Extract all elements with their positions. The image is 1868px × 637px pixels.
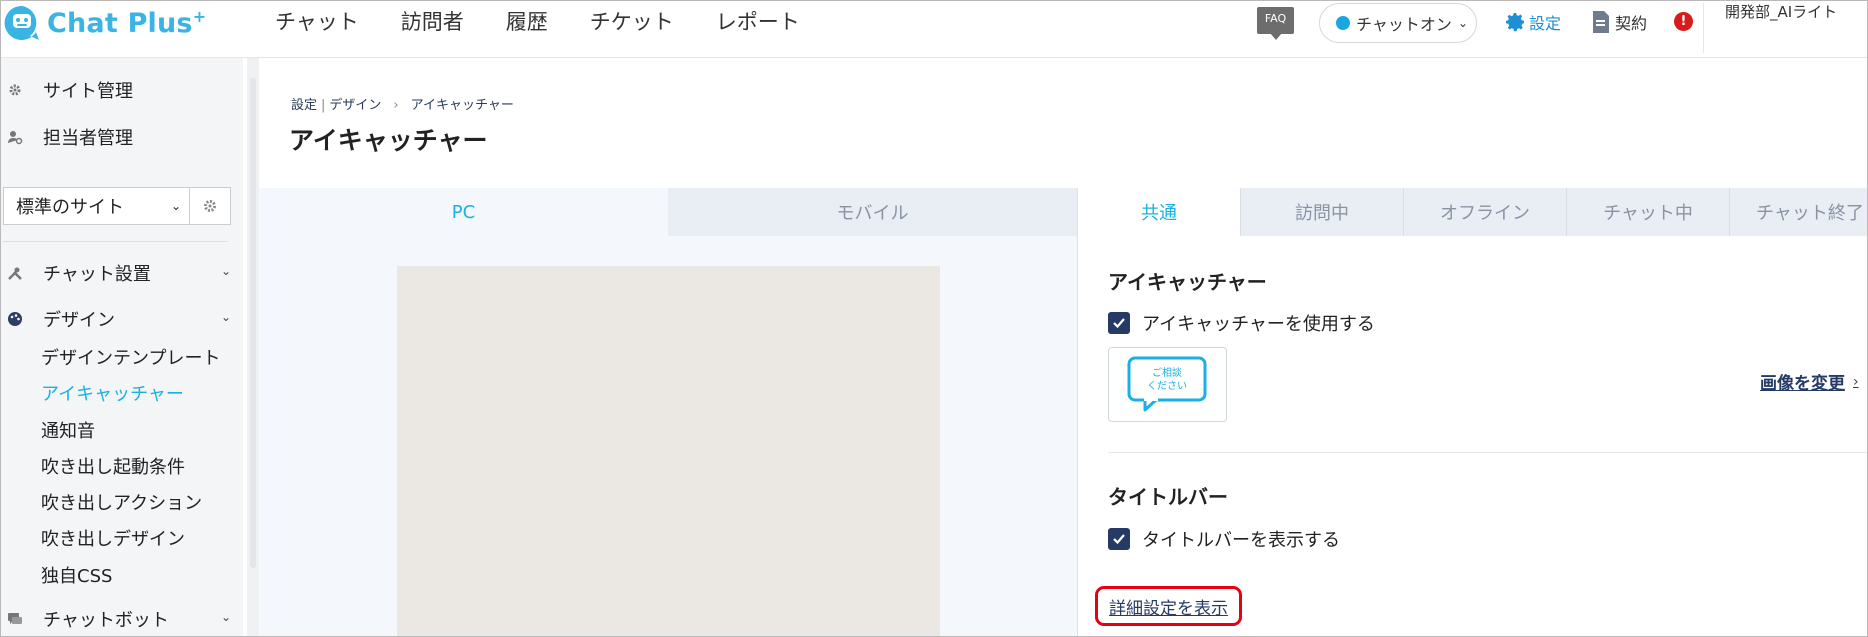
chevron-down-icon[interactable]: ⌄ bbox=[221, 264, 231, 278]
faq-button[interactable]: FAQ bbox=[1257, 7, 1294, 40]
status-online-icon bbox=[1336, 16, 1350, 30]
nav-reports[interactable]: レポート bbox=[716, 6, 800, 36]
site-select[interactable]: 標準のサイト ⌄ bbox=[3, 187, 231, 225]
chevron-down-icon: ⌄ bbox=[170, 199, 181, 213]
chat-bubble-icon bbox=[8, 613, 22, 624]
sidebar-subitem-notification-sound[interactable]: 通知音 bbox=[41, 417, 95, 443]
section-divider bbox=[1108, 452, 1867, 453]
chevron-down-icon[interactable]: ⌄ bbox=[221, 310, 231, 324]
titlebar-checkbox[interactable] bbox=[1108, 528, 1130, 550]
site-settings-button[interactable] bbox=[190, 188, 230, 224]
sidebar-scrollbar[interactable] bbox=[247, 58, 259, 636]
tools-icon bbox=[8, 267, 22, 280]
chevron-down-icon[interactable]: ⌄ bbox=[221, 610, 231, 624]
sidebar-item-staff-admin[interactable]: 担当者管理 bbox=[1, 126, 133, 149]
scrollbar-thumb[interactable] bbox=[250, 78, 256, 568]
titlebar-checkbox-label: タイトルバーを表示する bbox=[1142, 530, 1340, 551]
chat-status-dropdown[interactable]: チャットオン ⌄ bbox=[1319, 3, 1477, 43]
palette-icon bbox=[8, 312, 22, 326]
sidebar-item-label: デザイン bbox=[43, 310, 115, 331]
header-divider bbox=[1703, 3, 1704, 53]
sidebar-item-label: 担当者管理 bbox=[43, 128, 133, 149]
chevron-right-icon: › bbox=[1853, 373, 1859, 390]
breadcrumb-design[interactable]: デザイン bbox=[329, 98, 381, 113]
contract-label: 契約 bbox=[1615, 14, 1648, 33]
nav-visitors[interactable]: 訪問者 bbox=[401, 6, 464, 36]
show-detail-settings-link[interactable]: 詳細設定を表示 bbox=[1109, 594, 1228, 619]
settings-label: 設定 bbox=[1529, 14, 1562, 33]
nav-tickets[interactable]: チケット bbox=[590, 6, 674, 36]
app-window: Chat Plus+ チャット 訪問者 履歴 チケット レポート FAQ チャッ… bbox=[0, 0, 1868, 637]
main-nav: チャット 訪問者 履歴 チケット レポート bbox=[275, 1, 842, 41]
tab-visiting[interactable]: 訪問中 bbox=[1241, 188, 1404, 236]
sidebar-subitem-bubble-trigger[interactable]: 吹き出し起動条件 bbox=[41, 453, 185, 479]
sidebar-item-chat-setup[interactable]: チャット設置 bbox=[1, 262, 151, 285]
preview-area bbox=[259, 236, 1077, 636]
breadcrumb: 設定 | デザイン › アイキャッチャー bbox=[291, 98, 514, 113]
tab-common[interactable]: 共通 bbox=[1078, 188, 1241, 236]
app-logo[interactable]: Chat Plus+ bbox=[3, 3, 206, 43]
settings-panel: アイキャッチャー アイキャッチャーを使用する ご相談 ください 画像を変更 › … bbox=[1077, 236, 1867, 636]
sidebar-subitem-custom-css[interactable]: 独自CSS bbox=[41, 562, 112, 588]
alert-icon[interactable]: ! bbox=[1674, 12, 1693, 31]
sidebar-item-label: サイト管理 bbox=[43, 81, 133, 102]
gear-icon bbox=[9, 84, 21, 96]
tab-chatting[interactable]: チャット中 bbox=[1567, 188, 1730, 236]
sidebar-item-design[interactable]: デザイン bbox=[1, 308, 115, 331]
sidebar-item-site-admin[interactable]: サイト管理 bbox=[1, 79, 133, 102]
sidebar-divider bbox=[3, 241, 228, 242]
highlight-box: 詳細設定を表示 bbox=[1095, 586, 1242, 626]
eyecatcher-checkbox-row[interactable]: アイキャッチャーを使用する bbox=[1108, 310, 1375, 336]
svg-text:ご相談: ご相談 bbox=[1152, 366, 1182, 379]
state-tabs: 共通 訪問中 オフライン チャット中 チャット終了 bbox=[1077, 188, 1867, 236]
contract-link[interactable]: 契約 bbox=[1591, 9, 1647, 35]
settings-link[interactable]: 設定 bbox=[1503, 9, 1561, 35]
sidebar-subitem-bubble-design[interactable]: 吹き出しデザイン bbox=[41, 525, 185, 551]
change-image-link[interactable]: 画像を変更 › bbox=[1760, 369, 1859, 395]
sidebar-subitem-design-template[interactable]: デザインテンプレート bbox=[41, 344, 220, 370]
breadcrumb-current: アイキャッチャー bbox=[410, 98, 514, 113]
speech-bubble-image: ご相談 ください bbox=[1127, 356, 1207, 412]
site-preview bbox=[397, 266, 940, 636]
status-label: チャットオン bbox=[1356, 15, 1452, 34]
nav-history[interactable]: 履歴 bbox=[506, 6, 548, 36]
tab-pc[interactable]: PC bbox=[259, 188, 668, 236]
tab-offline[interactable]: オフライン bbox=[1404, 188, 1567, 236]
page-title: アイキャッチャー bbox=[289, 126, 488, 155]
chat-plus-logo-icon bbox=[4, 5, 40, 41]
gear-icon bbox=[1506, 13, 1524, 32]
eyecatcher-image-thumbnail[interactable]: ご相談 ください bbox=[1108, 347, 1227, 422]
tab-mobile[interactable]: モバイル bbox=[668, 188, 1077, 236]
document-icon bbox=[1593, 11, 1609, 33]
svg-text:ください: ください bbox=[1147, 380, 1187, 392]
top-header: Chat Plus+ チャット 訪問者 履歴 チケット レポート FAQ チャッ… bbox=[1, 1, 1867, 58]
breadcrumb-settings[interactable]: 設定 bbox=[291, 98, 317, 113]
titlebar-checkbox-row[interactable]: タイトルバーを表示する bbox=[1108, 526, 1340, 552]
titlebar-section-title: タイトルバー bbox=[1108, 485, 1228, 509]
eyecatcher-section-title: アイキャッチャー bbox=[1108, 270, 1267, 294]
eyecatcher-checkbox-label: アイキャッチャーを使用する bbox=[1142, 314, 1375, 335]
sidebar-item-label: チャットボット bbox=[43, 610, 169, 631]
nav-chat[interactable]: チャット bbox=[275, 6, 359, 36]
checkmark-icon bbox=[1113, 318, 1125, 329]
chevron-down-icon: ⌄ bbox=[1457, 16, 1468, 30]
sidebar-subitem-bubble-action[interactable]: 吹き出しアクション bbox=[41, 489, 202, 515]
tab-chat-ended[interactable]: チャット終了 bbox=[1730, 188, 1867, 236]
sidebar-item-label: チャット設置 bbox=[43, 264, 151, 285]
device-tabs: PC モバイル bbox=[259, 188, 1077, 236]
gear-icon bbox=[204, 200, 216, 212]
sidebar-item-chatbot[interactable]: チャットボット bbox=[1, 608, 169, 631]
user-gear-icon bbox=[8, 131, 23, 145]
checkmark-icon bbox=[1113, 534, 1125, 545]
eyecatcher-checkbox[interactable] bbox=[1108, 312, 1130, 334]
logo-text: Chat Plus+ bbox=[47, 7, 207, 39]
site-select-value[interactable]: 標準のサイト ⌄ bbox=[4, 188, 190, 224]
user-account-menu[interactable]: 開発部_AIライト bbox=[1725, 1, 1865, 23]
sidebar-subitem-eyecatcher[interactable]: アイキャッチャー bbox=[41, 380, 184, 406]
